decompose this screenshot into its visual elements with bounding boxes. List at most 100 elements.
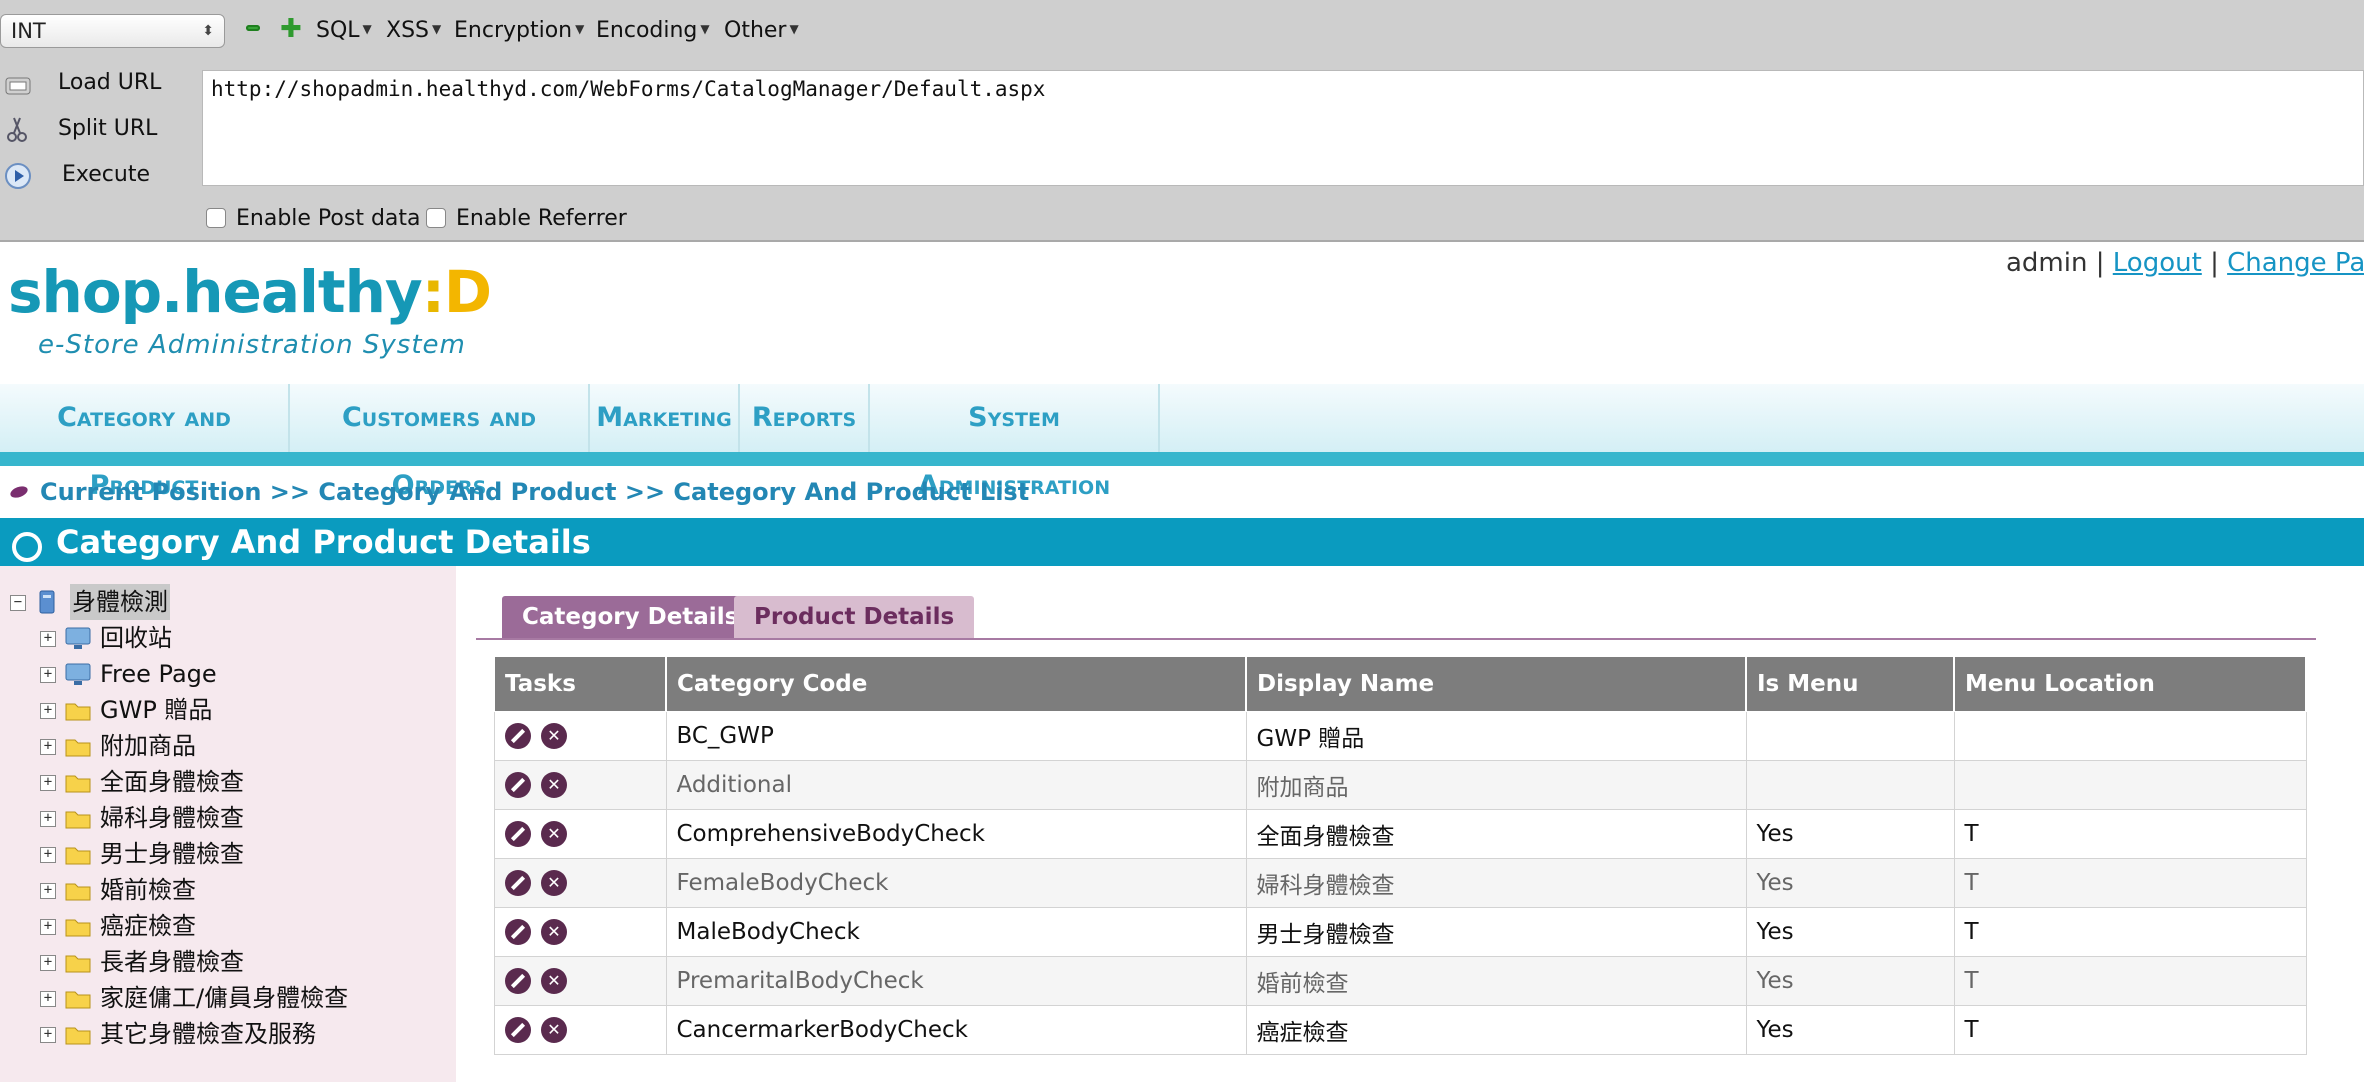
display-name-cell: 附加商品: [1245, 760, 1747, 810]
collapse-icon[interactable]: −: [10, 595, 26, 611]
edit-icon[interactable]: [505, 821, 531, 848]
category-code-cell: PremaritalBodyCheck: [665, 956, 1247, 1006]
split-url-button[interactable]: Split URL: [0, 110, 200, 150]
task-cell: ✕: [494, 1005, 667, 1055]
edit-icon[interactable]: [505, 723, 531, 750]
main-nav: Category and Product Customers and Order…: [0, 384, 2364, 501]
display-name-cell: 婚前檢查: [1245, 956, 1747, 1006]
delete-icon[interactable]: ✕: [541, 1017, 567, 1044]
expand-icon[interactable]: +: [40, 739, 56, 755]
expand-icon[interactable]: +: [40, 703, 56, 719]
edit-icon[interactable]: [505, 1017, 531, 1044]
menu-encryption-label: Encryption: [454, 18, 573, 43]
enable-referrer-checkbox[interactable]: Enable Referrer: [426, 204, 627, 234]
tree-root-label: 身體檢測: [70, 584, 170, 620]
tab-product-details[interactable]: Product Details: [734, 596, 975, 638]
checkbox-box[interactable]: [206, 208, 226, 228]
nav-underline: [0, 452, 2364, 466]
display-name-cell: 婦科身體檢查: [1245, 858, 1747, 908]
table-row: ✕ BC_GWP GWP 贈品: [494, 711, 2307, 761]
menu-location-cell: T: [1953, 858, 2307, 908]
execute-button[interactable]: Execute: [0, 156, 200, 196]
minus-icon[interactable]: [246, 25, 260, 31]
menu-xss[interactable]: XSS ▼: [386, 14, 441, 46]
logout-link[interactable]: Logout: [2113, 248, 2202, 278]
nav-customers-and-orders[interactable]: Customers and Orders: [290, 384, 590, 501]
category-code-cell: ComprehensiveBodyCheck: [665, 809, 1247, 859]
enable-post-data-checkbox[interactable]: Enable Post data: [206, 204, 421, 234]
expand-icon[interactable]: +: [40, 883, 56, 899]
expand-icon[interactable]: +: [40, 955, 56, 971]
expand-icon[interactable]: +: [40, 811, 56, 827]
execute-label: Execute: [62, 162, 150, 187]
menu-encoding-label: Encoding: [596, 18, 698, 43]
tab-category-details[interactable]: Category Details: [502, 596, 759, 638]
display-name-cell: 癌症檢查: [1245, 1005, 1747, 1055]
logo-main: shop.healthy: [8, 258, 423, 326]
category-code-cell: FemaleBodyCheck: [665, 858, 1247, 908]
url-text: http://shopadmin.healthyd.com/WebForms/C…: [211, 77, 1046, 101]
computer-icon: [39, 590, 55, 614]
chevron-down-icon: ▼: [432, 22, 442, 36]
nav-system-administration[interactable]: System Administration: [870, 384, 1160, 501]
expand-icon[interactable]: +: [40, 1027, 56, 1043]
delete-icon[interactable]: ✕: [541, 772, 567, 799]
delete-icon[interactable]: ✕: [541, 919, 567, 946]
monitor-icon: [65, 663, 91, 685]
edit-icon[interactable]: [505, 772, 531, 799]
folder-icon: [65, 811, 91, 829]
checkbox-box[interactable]: [426, 208, 446, 228]
tree-item-label: 全面身體檢查: [100, 768, 244, 796]
nav-reports[interactable]: Reports: [740, 384, 870, 452]
breadcrumb-text: Current Position >> Category And Product…: [40, 478, 1030, 506]
separator: |: [2210, 248, 2219, 278]
is-menu-cell: Yes: [1745, 809, 1955, 859]
delete-icon[interactable]: ✕: [541, 968, 567, 995]
menu-encoding[interactable]: Encoding ▼: [596, 14, 710, 46]
col-is-menu: Is Menu: [1745, 656, 1955, 712]
edit-icon[interactable]: [505, 968, 531, 995]
expand-icon[interactable]: +: [40, 847, 56, 863]
change-password-link[interactable]: Change Passw: [2227, 248, 2364, 278]
col-tasks: Tasks: [494, 656, 667, 712]
category-table: Tasks Category Code Display Name Is Menu…: [494, 656, 2307, 1055]
expand-icon[interactable]: +: [40, 775, 56, 791]
menu-other-label: Other: [724, 18, 787, 43]
nav-category-and-product[interactable]: Category and Product: [0, 384, 290, 501]
type-select[interactable]: INT ⬍: [0, 14, 225, 48]
url-textarea[interactable]: http://shopadmin.healthyd.com/WebForms/C…: [202, 70, 2364, 186]
edit-icon[interactable]: [505, 870, 531, 897]
delete-icon[interactable]: ✕: [541, 723, 567, 750]
delete-icon[interactable]: ✕: [541, 821, 567, 848]
delete-icon[interactable]: ✕: [541, 870, 567, 897]
content-panel: Category Details Product Details Tasks C…: [456, 566, 2364, 1082]
is-menu-cell: Yes: [1745, 956, 1955, 1006]
folder-icon: [65, 919, 91, 937]
display-name-cell: 男士身體檢查: [1245, 907, 1747, 957]
menu-location-cell: [1953, 711, 2307, 761]
nav-marketing[interactable]: Marketing: [590, 384, 740, 452]
category-code-cell: MaleBodyCheck: [665, 907, 1247, 957]
expand-icon[interactable]: +: [40, 919, 56, 935]
menu-sql[interactable]: SQL ▼: [316, 14, 372, 46]
tree-item-label: 癌症檢查: [100, 912, 196, 940]
folder-icon: [65, 703, 91, 721]
edit-icon[interactable]: [505, 919, 531, 946]
menu-encryption[interactable]: Encryption ▼: [454, 14, 584, 46]
tree-item-label: 其它身體檢查及服務: [100, 1020, 316, 1048]
tree-item-label: 男士身體檢查: [100, 840, 244, 868]
bullet-icon: [8, 484, 30, 500]
category-code-cell: CancermarkerBodyCheck: [665, 1005, 1247, 1055]
expand-icon[interactable]: +: [40, 991, 56, 1007]
is-menu-cell: [1745, 760, 1955, 810]
menu-other[interactable]: Other ▼: [724, 14, 799, 46]
col-display-name: Display Name: [1245, 656, 1747, 712]
col-category-code: Category Code: [665, 656, 1247, 712]
display-name-cell: GWP 贈品: [1245, 711, 1747, 761]
expand-icon[interactable]: +: [40, 667, 56, 683]
load-url-button[interactable]: Load URL: [0, 64, 200, 104]
plus-icon[interactable]: ✚: [280, 14, 302, 44]
folder-icon: [65, 883, 91, 901]
page-title: Category And Product Details: [56, 523, 591, 561]
expand-icon[interactable]: +: [40, 631, 56, 647]
